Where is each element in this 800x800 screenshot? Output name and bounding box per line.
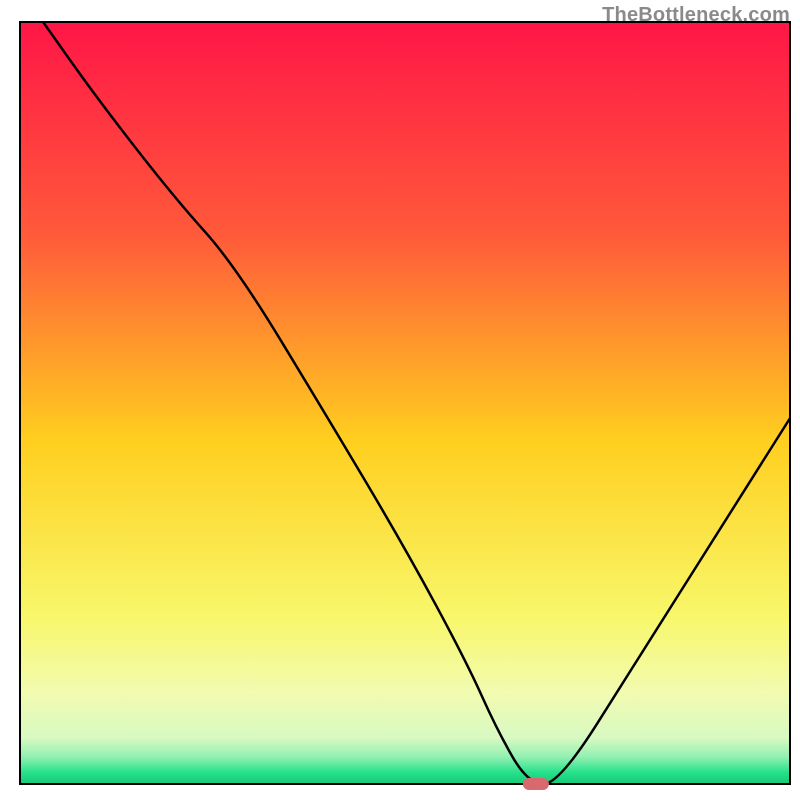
bottleneck-chart xyxy=(0,0,800,800)
chart-stage: TheBottleneck.com xyxy=(0,0,800,800)
optimal-marker xyxy=(523,778,549,790)
plot-gradient-bg xyxy=(20,22,790,784)
